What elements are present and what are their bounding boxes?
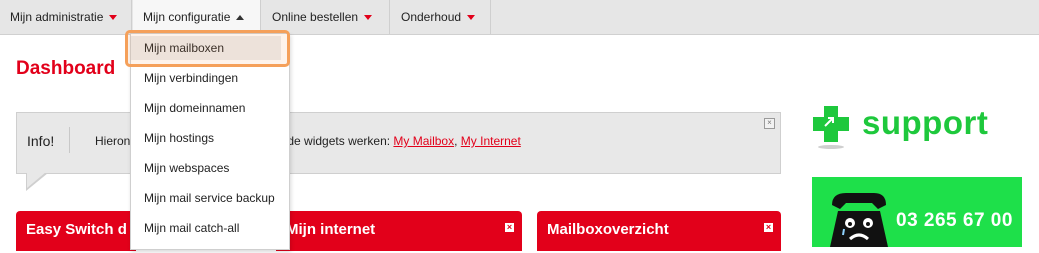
dropdown-item-mijn-verbindingen[interactable]: Mijn verbindingen xyxy=(144,71,238,85)
info-tail-fill xyxy=(27,172,46,188)
support-banner[interactable]: support xyxy=(812,104,1022,154)
nav-label: Online bestellen xyxy=(272,10,359,24)
nav-label: Mijn configuratie xyxy=(143,10,231,24)
nav-label: Onderhoud xyxy=(401,10,462,24)
info-text-middle: de widgets werken: xyxy=(287,134,394,148)
nav-item-mijn-configuratie[interactable]: Mijn configuratie xyxy=(133,0,261,34)
nav-label: Mijn administratie xyxy=(10,10,104,24)
dropdown-item-mijn-hostings[interactable]: Mijn hostings xyxy=(144,131,214,145)
caret-down-icon xyxy=(109,15,118,21)
nav-item-mijn-administratie[interactable]: Mijn administratie xyxy=(0,0,132,34)
phone-mascot-icon xyxy=(830,193,888,247)
highlight-box xyxy=(125,30,290,67)
widget-mijn-internet: Mijn internet × xyxy=(276,211,522,251)
support-phone-number: 03 265 67 00 xyxy=(896,210,1013,231)
dropdown-item-mijn-mail-catch-all[interactable]: Mijn mail catch-all xyxy=(144,221,239,235)
dropdown-item-mijn-domeinnamen[interactable]: Mijn domeinnamen xyxy=(144,101,245,115)
page-title: Dashboard xyxy=(16,58,116,79)
widget-easy-switch: Easy Switch d xyxy=(16,211,136,251)
link-separator: , xyxy=(454,134,461,148)
my-mailbox-link[interactable]: My Mailbox xyxy=(393,134,454,148)
close-icon[interactable]: × xyxy=(764,118,775,129)
support-plus-icon xyxy=(813,106,849,149)
caret-down-icon xyxy=(364,15,373,21)
dropdown-item-mijn-mail-service-backup[interactable]: Mijn mail service backup xyxy=(144,191,275,205)
widget-title: Easy Switch d xyxy=(26,221,127,238)
dropdown-item-mijn-webspaces[interactable]: Mijn webspaces xyxy=(144,161,229,175)
info-text-prefix: Hieron xyxy=(95,134,131,148)
close-icon[interactable]: × xyxy=(505,223,514,232)
support-phone-box[interactable]: 03 265 67 00 xyxy=(812,177,1022,247)
nav-item-online-bestellen[interactable]: Online bestellen xyxy=(262,0,390,34)
widget-mailboxoverzicht: Mailboxoverzicht × xyxy=(537,211,781,251)
support-label: support xyxy=(862,104,989,141)
caret-up-icon xyxy=(236,15,245,21)
info-label: Info! xyxy=(27,133,55,149)
my-internet-link[interactable]: My Internet xyxy=(461,134,521,148)
nav-item-onderhoud[interactable]: Onderhoud xyxy=(391,0,491,34)
caret-down-icon xyxy=(467,15,476,21)
widget-title: Mailboxoverzicht xyxy=(547,221,669,238)
close-icon[interactable]: × xyxy=(764,223,773,232)
widget-title: Mijn internet xyxy=(286,221,376,238)
divider xyxy=(69,127,70,153)
